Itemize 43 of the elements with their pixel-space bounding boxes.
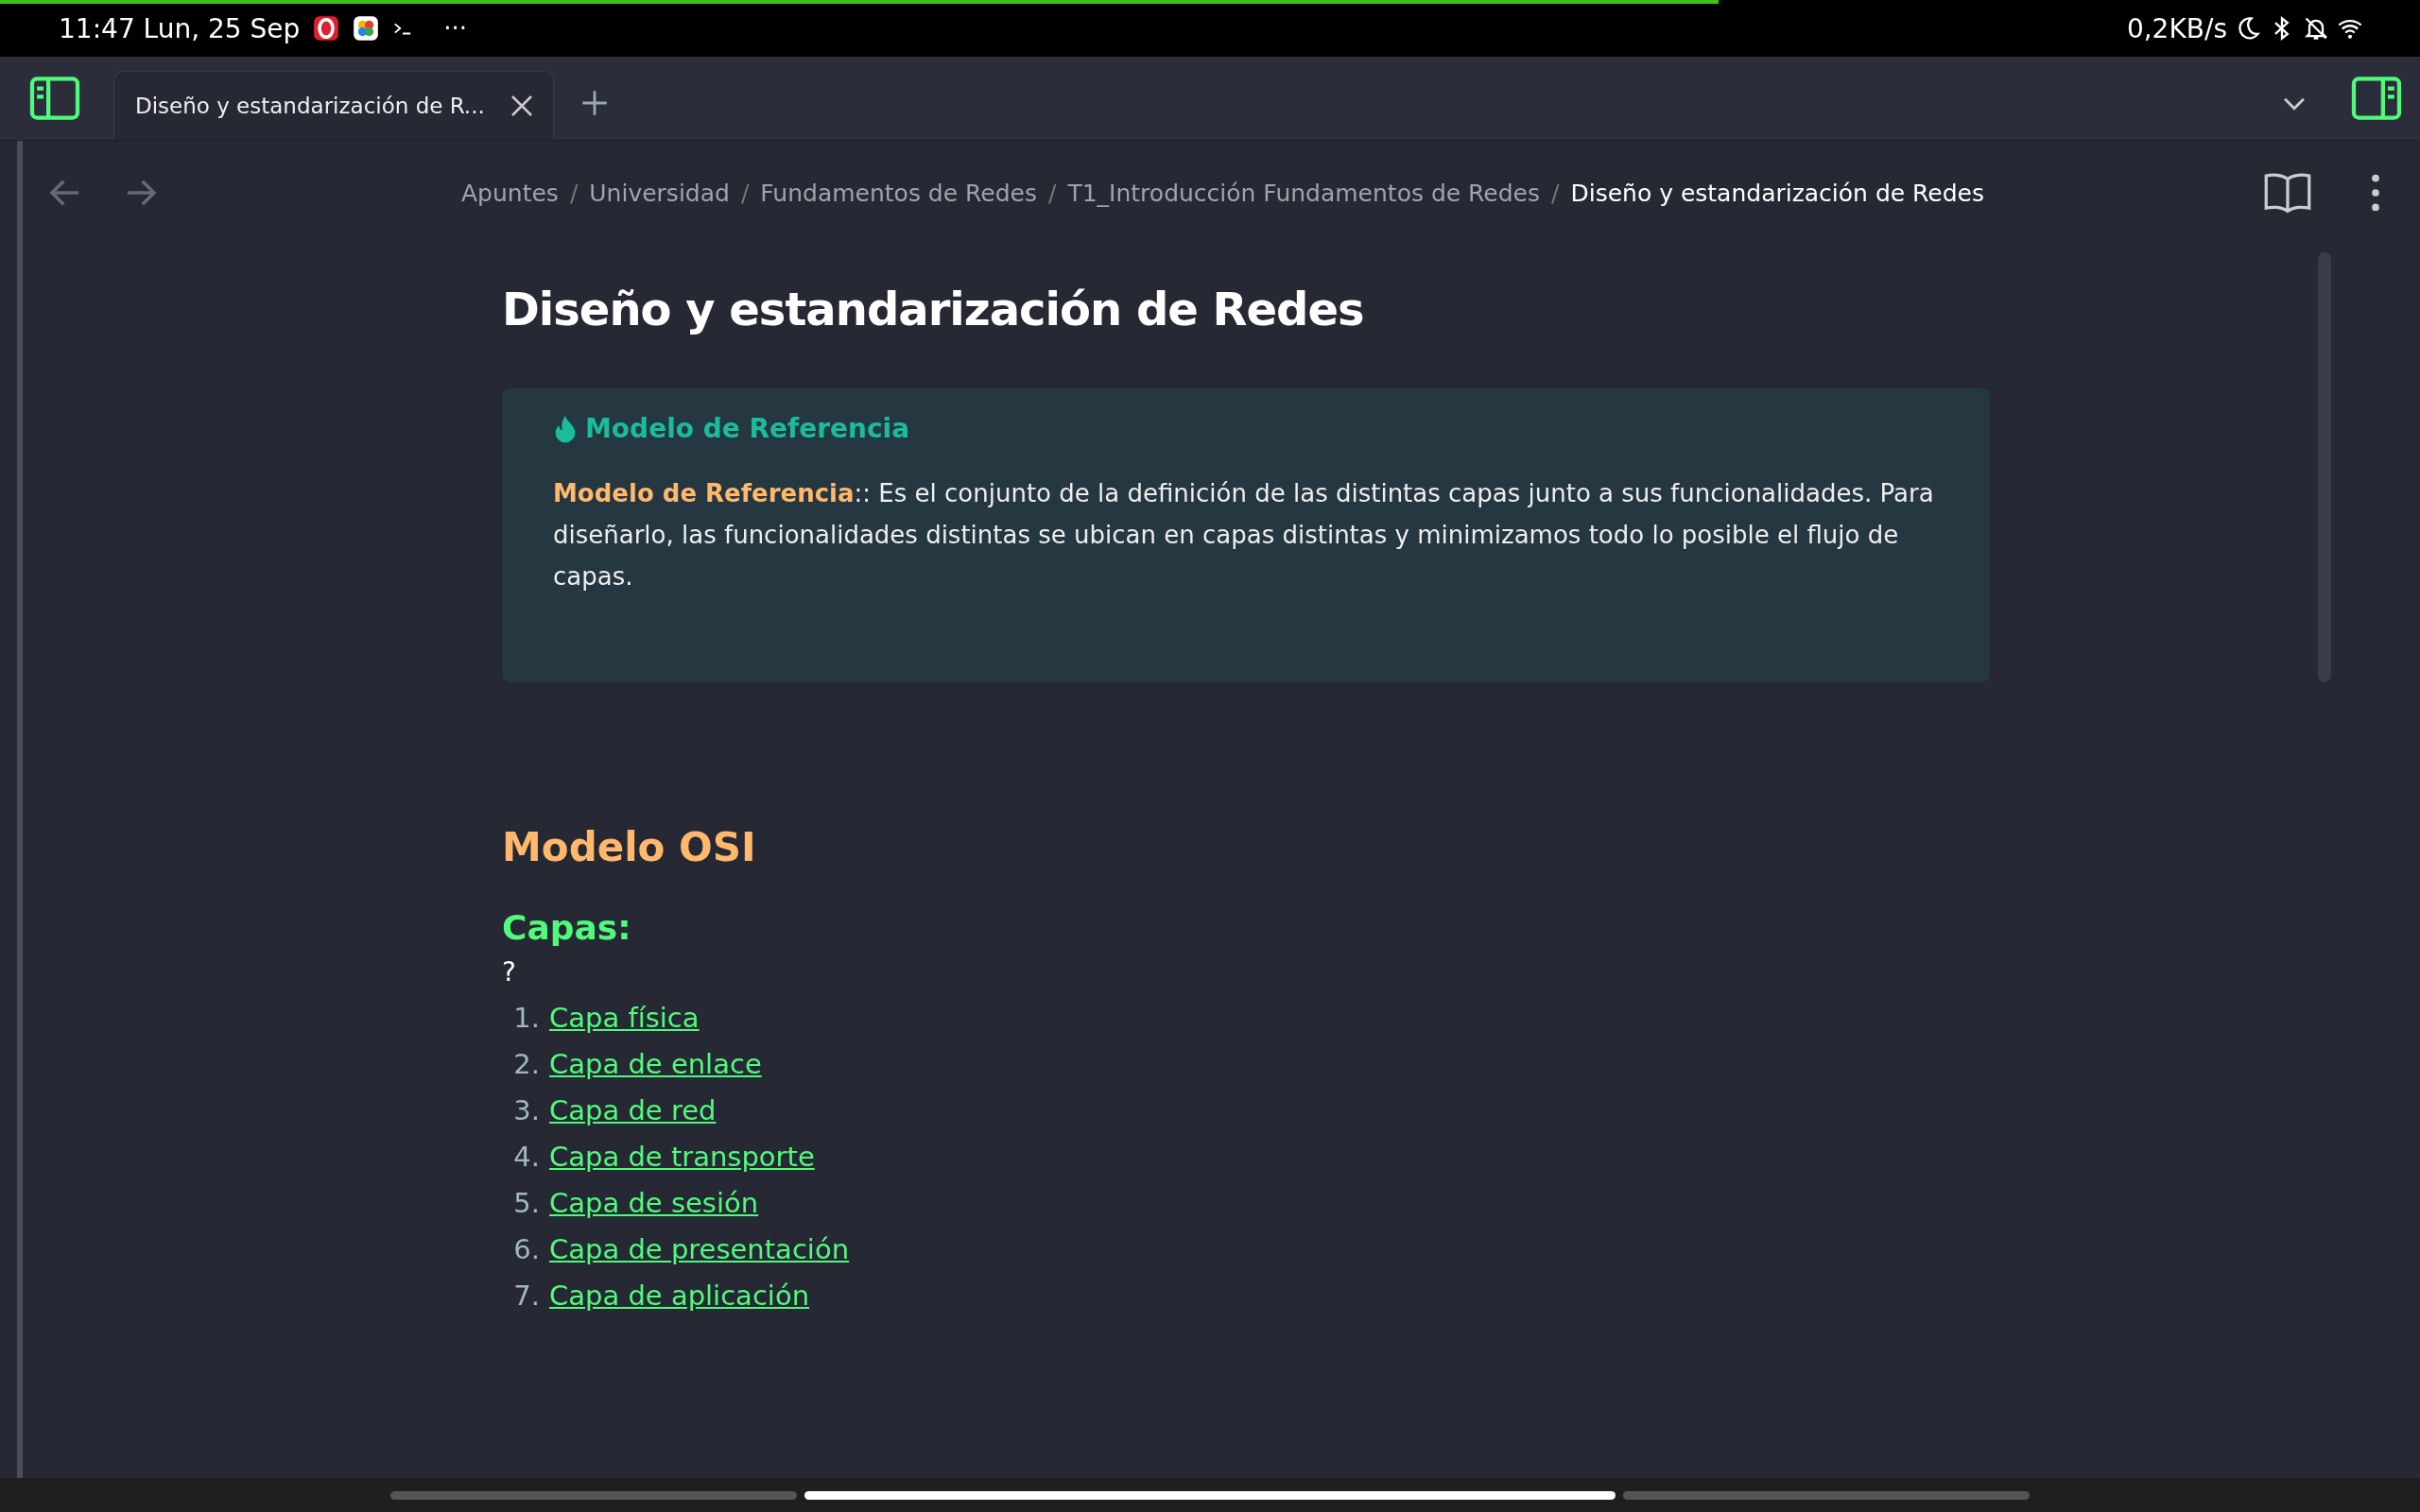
- list-number: 1.: [512, 1001, 540, 1036]
- bell-muted-icon: [2303, 15, 2329, 42]
- callout-title: Modelo de Referencia: [585, 413, 910, 444]
- list-number: 2.: [512, 1047, 540, 1082]
- internal-link[interactable]: Capa de presentación: [549, 1230, 850, 1269]
- clock: 11:47 Lun, 25 Sep: [59, 12, 301, 44]
- list-number: 7.: [512, 1279, 540, 1314]
- callout-text: Modelo de Referencia:: Es el conjunto de la definición de las distintas capas junto a sus funcionalidades. Para diseñarlo, las funcionalidades distintas se ubican en capas distintas y minimizamos todo lo posible el flujo de capas.: [553, 478, 1935, 593]
- internal-link[interactable]: Capa de transporte: [549, 1138, 815, 1177]
- breadcrumb[interactable]: Diseño y estandarización de Redes: [1570, 179, 1984, 207]
- gesture-handle[interactable]: [390, 1490, 797, 1500]
- book-icon[interactable]: [2263, 171, 2312, 215]
- list-number: 4.: [512, 1140, 540, 1175]
- list-number: 5.: [512, 1186, 540, 1221]
- network-speed: 0,2KB/s: [2126, 12, 2227, 44]
- more-options-icon[interactable]: [2371, 172, 2380, 214]
- tab[interactable]: Diseño y estandarización de R...: [113, 71, 554, 140]
- internal-link[interactable]: Capa de red: [549, 1091, 717, 1130]
- breadcrumb[interactable]: Apuntes: [461, 179, 559, 207]
- breadcrumb-separator: /: [569, 179, 579, 207]
- list-number: 6.: [512, 1232, 540, 1267]
- left-sidebar-toggle-icon[interactable]: [28, 76, 81, 121]
- internal-link[interactable]: Capa física: [549, 999, 700, 1038]
- breadcrumb[interactable]: Fundamentos de Redes: [760, 179, 1037, 207]
- breadcrumb-separator: /: [1551, 179, 1560, 207]
- internal-link[interactable]: Capa de enlace: [549, 1045, 762, 1084]
- internal-link[interactable]: Capa de aplicación: [549, 1277, 810, 1315]
- breadcrumb[interactable]: Universidad: [589, 179, 730, 207]
- breadcrumb[interactable]: T1_Introducción Fundamentos de Redes: [1067, 179, 1540, 207]
- section-heading: Modelo OSI: [502, 824, 757, 870]
- app-icon: [313, 15, 340, 42]
- gesture-handle[interactable]: [1623, 1490, 2030, 1500]
- note-title: Diseño y estandarización de Redes: [502, 283, 1365, 335]
- right-sidebar-toggle-icon[interactable]: [2350, 76, 2403, 121]
- gesture-handle[interactable]: [804, 1490, 1616, 1500]
- subsection-heading: Capas:: [502, 908, 632, 947]
- internal-link[interactable]: Capa de sesión: [549, 1184, 759, 1223]
- more-notifications: ···: [443, 14, 468, 43]
- breadcrumb-separator: /: [1047, 179, 1057, 207]
- paragraph: ?: [502, 956, 517, 988]
- breadcrumb-separator: /: [740, 179, 750, 207]
- list-number: 3.: [512, 1093, 540, 1128]
- app-icon: [353, 15, 380, 42]
